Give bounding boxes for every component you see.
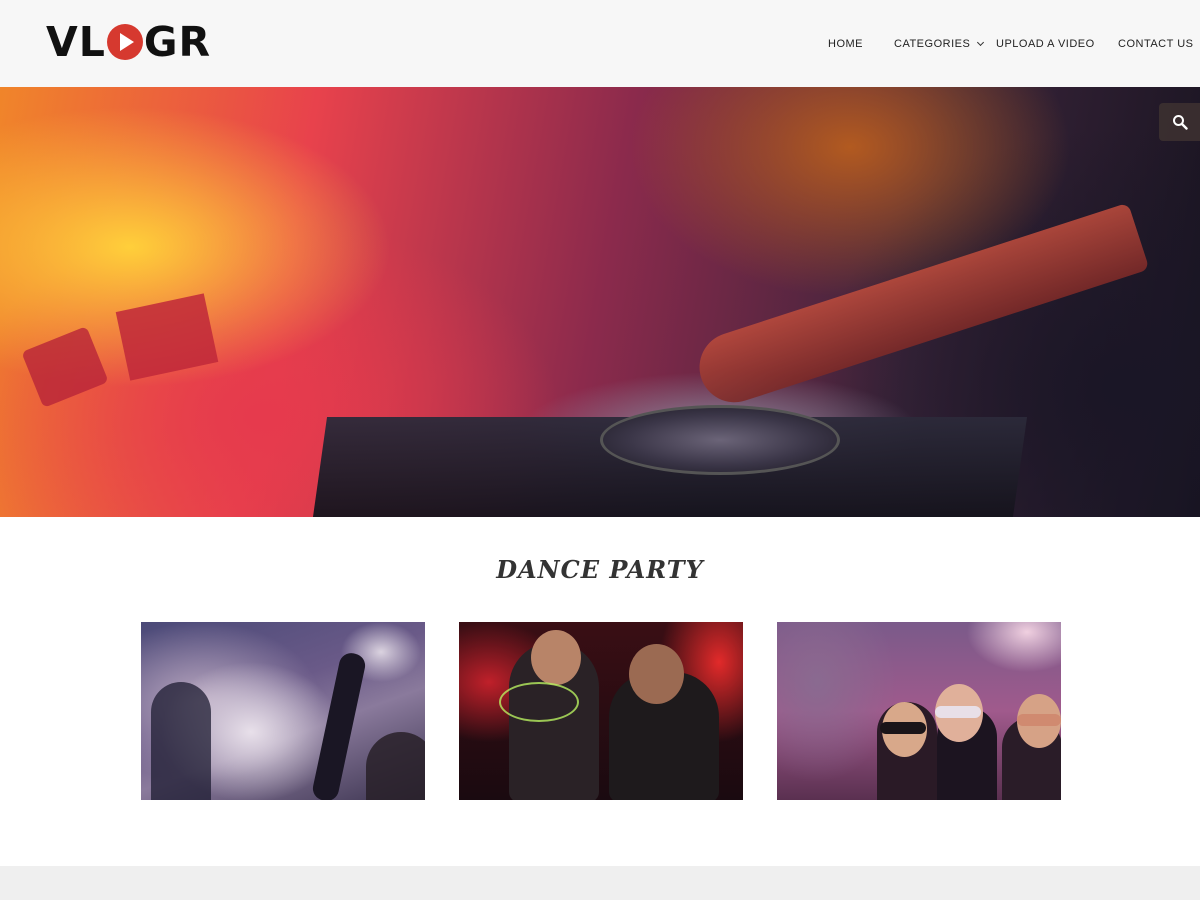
video-thumbnail-2[interactable] — [459, 622, 743, 800]
masquerade-mask — [1017, 714, 1061, 726]
nav-home-link[interactable]: HOME — [828, 38, 863, 50]
crowd-figure — [366, 732, 425, 800]
masquerade-mask — [880, 722, 926, 734]
crowd-figure — [151, 682, 211, 800]
site-header: VL GR HOME CATEGORIES UPLOAD A VIDEO CON… — [0, 0, 1200, 87]
logo-text-prefix: VL — [46, 18, 106, 66]
chevron-down-icon — [977, 38, 985, 47]
dancer-head — [531, 630, 581, 685]
search-button[interactable] — [1159, 103, 1200, 141]
logo-text-suffix: GR — [143, 18, 212, 66]
play-icon — [106, 24, 143, 60]
site-logo[interactable]: VL GR — [46, 18, 212, 66]
glowstick — [499, 682, 579, 722]
nav-categories-label: CATEGORIES — [894, 38, 971, 50]
raised-arm-figure — [310, 650, 368, 800]
hero-sticker — [21, 326, 109, 408]
section-title: DANCE PARTY — [496, 555, 704, 584]
nav-categories-link[interactable]: CATEGORIES — [894, 38, 985, 50]
hero-jog-wheel — [600, 405, 840, 475]
site-footer — [0, 866, 1200, 900]
dancer-head — [629, 644, 684, 704]
nav-contact-link[interactable]: CONTACT US — [1118, 38, 1194, 50]
hero-sticker — [115, 293, 219, 381]
hero-dj-arm — [690, 202, 1150, 412]
search-icon — [1172, 115, 1188, 130]
hero-banner-image — [0, 87, 1200, 517]
video-thumbnail-1[interactable] — [141, 622, 425, 800]
masquerade-mask — [935, 706, 981, 718]
nav-upload-link[interactable]: UPLOAD A VIDEO — [996, 38, 1095, 50]
video-thumbnail-3[interactable] — [777, 622, 1061, 800]
